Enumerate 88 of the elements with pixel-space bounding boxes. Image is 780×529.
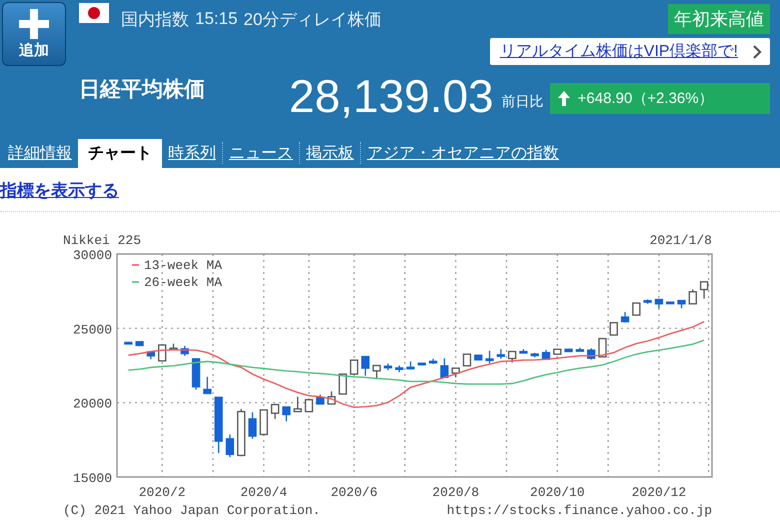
- axis-label: 2020/8: [432, 485, 480, 500]
- candlestick: [406, 361, 415, 370]
- candlestick: [124, 342, 132, 345]
- candlestick: [338, 373, 347, 395]
- copyright-text: (C) 2021 Yahoo Japan Corporation.: [63, 503, 320, 518]
- axis-label: 2020/2: [138, 485, 186, 500]
- candlestick: [644, 299, 652, 304]
- candlestick: [666, 302, 674, 304]
- market-label: 国内指数: [121, 8, 189, 30]
- candlestick: [327, 391, 336, 405]
- candlestick: [192, 358, 200, 390]
- up-arrow-icon: [558, 91, 570, 106]
- candlestick: [158, 344, 166, 362]
- tab[interactable]: 詳細情報: [2, 138, 78, 168]
- candlestick: [361, 356, 370, 376]
- candlestick: [304, 399, 314, 412]
- chart-title: Nikkei 225: [63, 233, 142, 248]
- candlestick: [474, 354, 482, 360]
- candlestick: [135, 341, 144, 346]
- candlestick: [632, 302, 640, 316]
- candlestick: [620, 312, 630, 322]
- tab[interactable]: アジア・オセアニアの指数: [361, 138, 565, 168]
- candlestick: [654, 298, 664, 308]
- time-label: 15:15: [195, 9, 238, 29]
- candlestick: [700, 281, 708, 299]
- axis-label: 15000: [72, 471, 112, 486]
- tab[interactable]: 時系列: [162, 138, 222, 168]
- candlestick: [440, 358, 449, 378]
- candlestick: [270, 404, 280, 419]
- add-button[interactable]: 追加: [2, 2, 66, 66]
- candlestick: [598, 338, 607, 358]
- chart-date: 2021/1/8: [650, 233, 712, 248]
- axis-label: 2020/4: [240, 485, 288, 500]
- candlestick: [282, 406, 290, 422]
- candlestick: [294, 396, 302, 412]
- candlestick: [316, 394, 324, 405]
- axis-label: 2020/6: [330, 485, 378, 500]
- candlestick: [519, 349, 528, 354]
- candlestick: [452, 368, 460, 378]
- tab[interactable]: チャート: [78, 139, 162, 168]
- candlestick: [372, 364, 381, 380]
- candlestick: [203, 376, 212, 394]
- candlestick: [688, 289, 697, 304]
- candlestick: [237, 408, 246, 456]
- candlestick: [384, 364, 392, 370]
- candlestick: [248, 412, 257, 439]
- candlestick: [350, 360, 358, 375]
- promo-link[interactable]: リアルタイム株価はVIP倶楽部で!: [490, 38, 770, 65]
- candlestick: [169, 344, 178, 350]
- candlestick: [542, 350, 550, 360]
- axis-label: 2020/12: [632, 485, 686, 500]
- change-value: +648.90（+2.36%）: [578, 89, 714, 108]
- axis-label: 30000: [72, 248, 112, 263]
- delay-note: 20分ディレイ株価: [244, 8, 382, 30]
- candlestick: [530, 352, 539, 358]
- candlestick: [428, 358, 438, 364]
- candlestick: [214, 396, 223, 454]
- candlestick: [260, 409, 268, 436]
- chevron-icon: [752, 44, 762, 58]
- candlestick: [395, 366, 404, 372]
- source-url: https://stocks.finance.yahoo.co.jp: [446, 503, 712, 518]
- candlestick: [576, 348, 584, 352]
- candlestick: [587, 348, 596, 360]
- plus-icon: [19, 8, 49, 38]
- candlestick: [485, 350, 494, 364]
- candlestick: [180, 346, 189, 356]
- legend-label: 13-week MA: [144, 258, 222, 273]
- legend-label: 26-week MA: [144, 275, 222, 290]
- change-label: 前日比: [502, 93, 544, 111]
- axis-label: 2020/10: [530, 485, 585, 500]
- axis-label: 20000: [72, 396, 112, 412]
- candlestick: [226, 434, 234, 458]
- candlestick: [610, 322, 618, 336]
- candlestick: [553, 348, 562, 355]
- index-name: 日経平均株価: [79, 77, 206, 103]
- candlestick: [146, 351, 156, 360]
- axis-label: 25000: [72, 322, 112, 338]
- candlestick: [418, 362, 426, 366]
- candlestick: [462, 354, 472, 366]
- candlestick: [508, 350, 516, 363]
- year-high-badge: 年初来高値: [668, 4, 770, 34]
- candlestick: [496, 349, 506, 359]
- price-value: 28,139.03: [289, 71, 494, 121]
- flag-icon: [79, 3, 109, 23]
- candlestick: [564, 348, 573, 352]
- candlestick: [677, 300, 686, 308]
- tab[interactable]: ニュース: [223, 138, 299, 168]
- tab[interactable]: 掲示板: [300, 138, 360, 168]
